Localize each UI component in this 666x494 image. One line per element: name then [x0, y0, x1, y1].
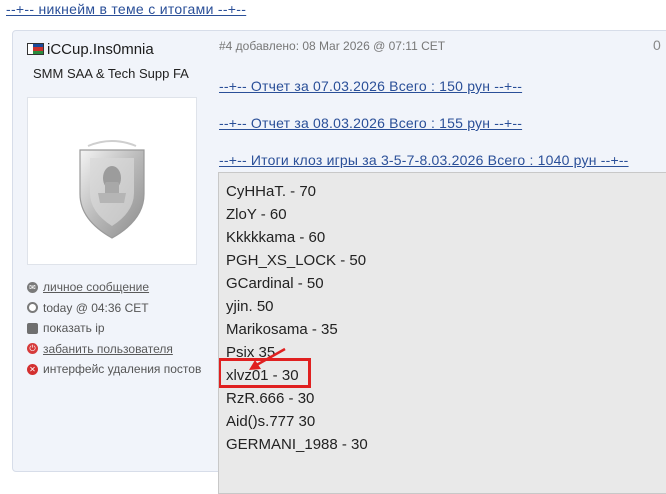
results-quote: CyHHaT. - 70 ZloY - 60 Kkkkkama - 60 PGH… — [218, 172, 666, 494]
clock-icon — [27, 302, 38, 314]
envelope-icon: ✉ — [27, 281, 38, 293]
result-line: PGH_XS_LOCK - 50 — [226, 252, 367, 269]
topic-link[interactable]: --+-- никнейм в теме с итогами --+-- — [6, 1, 246, 17]
topic-header-bar: --+-- никнейм в теме с итогами --+-- — [0, 0, 666, 24]
result-line: GCardinal - 50 — [226, 275, 324, 292]
ban-icon: ⏻ — [27, 343, 38, 355]
result-line: Kkkkkama - 60 — [226, 229, 326, 246]
result-line: Aid()s.777 30 — [226, 413, 316, 430]
ip-icon — [27, 322, 38, 334]
show-ip-link[interactable]: показать ip — [27, 318, 201, 339]
result-line: GERMANI_1988 - 30 — [226, 436, 368, 453]
delete-icon: ✕ — [27, 363, 38, 375]
shield-avatar-icon — [79, 140, 145, 239]
result-line: yjin. 50 — [226, 298, 274, 315]
results-link[interactable]: --+-- Итоги клоз игры за 3-5-7-8.03.2026… — [219, 152, 629, 168]
delete-posts-link[interactable]: ✕ интерфейс удаления постов — [27, 359, 201, 380]
last-seen: today @ 04:36 CET — [27, 298, 201, 319]
result-line: CyHHaT. - 70 — [226, 183, 317, 200]
red-arrow-icon — [249, 347, 286, 370]
private-message-link[interactable]: ✉ личное сообщение — [27, 277, 201, 298]
report-link-2[interactable]: --+-- Отчет за 08.03.2026 Всего : 155 ру… — [219, 115, 522, 131]
result-line: ZloY - 60 — [226, 206, 287, 223]
country-flag-icon — [27, 43, 44, 55]
post-meta: #4 добавлено: 08 Mar 2026 @ 07:11 CET — [219, 39, 446, 53]
author-row: iCCup.Ins0mnia — [27, 39, 154, 59]
result-line: Marikosama - 35 — [226, 321, 338, 338]
forum-post: iCCup.Ins0mnia SMM SAA & Tech Supp FA ✉ … — [12, 30, 666, 494]
avatar — [27, 97, 197, 265]
user-title: SMM SAA & Tech Supp FA — [33, 66, 189, 81]
username[interactable]: iCCup.Ins0mnia — [47, 41, 154, 58]
report-link-1[interactable]: --+-- Отчет за 07.03.2026 Всего : 150 ру… — [219, 78, 522, 94]
result-line: RzR.666 - 30 — [226, 390, 315, 407]
post-counter: 0 — [653, 37, 661, 53]
ban-user-link[interactable]: ⏻ забанить пользователя — [27, 339, 201, 360]
user-actions: ✉ личное сообщение today @ 04:36 CET пок… — [27, 277, 201, 380]
